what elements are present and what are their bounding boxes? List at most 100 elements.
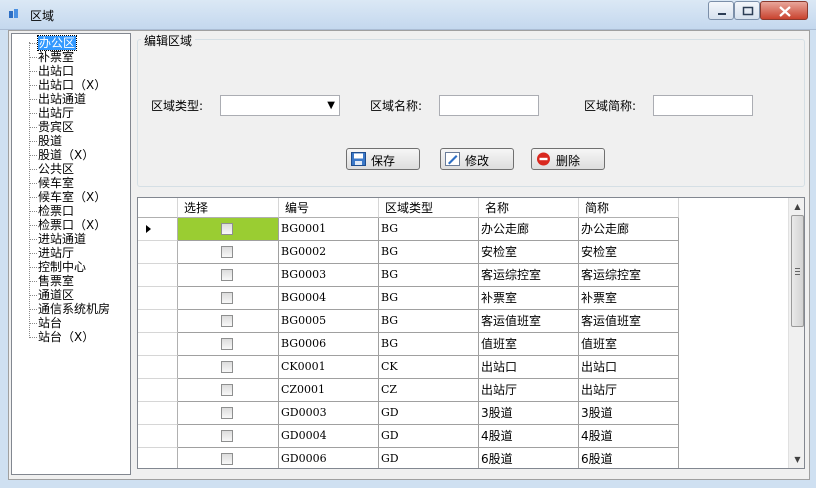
select-cell[interactable] xyxy=(178,333,279,356)
row-checkbox[interactable] xyxy=(221,246,233,258)
select-cell[interactable] xyxy=(178,425,279,448)
code-cell[interactable]: BG0006 xyxy=(279,333,379,356)
type-cell[interactable]: BG xyxy=(379,287,479,310)
tree-item[interactable]: 公共区 xyxy=(38,162,74,176)
area-name-input[interactable] xyxy=(439,95,539,116)
type-cell[interactable]: GD xyxy=(379,448,479,468)
tree-item[interactable]: 出站口（X） xyxy=(38,78,106,92)
abbr-cell[interactable]: 6股道 xyxy=(579,448,679,468)
close-button[interactable] xyxy=(760,1,808,20)
name-cell[interactable]: 安检室 xyxy=(479,241,579,264)
code-cell[interactable]: CZ0001 xyxy=(279,379,379,402)
select-cell[interactable] xyxy=(178,287,279,310)
row-header[interactable] xyxy=(138,402,178,425)
column-header-type[interactable]: 区域类型 xyxy=(379,198,479,218)
abbr-cell[interactable]: 安检室 xyxy=(579,241,679,264)
row-header[interactable] xyxy=(138,287,178,310)
abbr-cell[interactable]: 出站厅 xyxy=(579,379,679,402)
type-cell[interactable]: BG xyxy=(379,264,479,287)
select-cell[interactable] xyxy=(178,241,279,264)
row-header[interactable] xyxy=(138,425,178,448)
tree-item[interactable]: 站台 xyxy=(38,316,62,330)
tree-item[interactable]: 候车室（X） xyxy=(38,190,106,204)
row-checkbox[interactable] xyxy=(221,430,233,442)
column-header-code[interactable]: 编号 xyxy=(279,198,379,218)
code-cell[interactable]: BG0001 xyxy=(279,218,379,241)
tree-item[interactable]: 售票室 xyxy=(38,274,74,288)
code-cell[interactable]: GD0003 xyxy=(279,402,379,425)
tree-item[interactable]: 补票室 xyxy=(38,50,74,64)
abbr-cell[interactable]: 3股道 xyxy=(579,402,679,425)
type-cell[interactable]: BG xyxy=(379,333,479,356)
abbr-cell[interactable]: 办公走廊 xyxy=(579,218,679,241)
code-cell[interactable]: BG0002 xyxy=(279,241,379,264)
row-header[interactable] xyxy=(138,264,178,287)
type-cell[interactable]: CK xyxy=(379,356,479,379)
row-header[interactable] xyxy=(138,241,178,264)
column-header-abbr[interactable]: 简称 xyxy=(579,198,679,218)
maximize-button[interactable] xyxy=(734,1,760,20)
name-cell[interactable]: 出站厅 xyxy=(479,379,579,402)
select-cell[interactable] xyxy=(178,356,279,379)
abbr-cell[interactable]: 补票室 xyxy=(579,287,679,310)
code-cell[interactable]: CK0001 xyxy=(279,356,379,379)
scroll-up-icon[interactable]: ▲ xyxy=(789,198,804,215)
tree-item[interactable]: 进站通道 xyxy=(38,232,86,246)
tree-item[interactable]: 进站厅 xyxy=(38,246,74,260)
title-bar[interactable]: 区域 xyxy=(0,0,816,30)
tree-item[interactable]: 检票口（X） xyxy=(38,218,106,232)
tree-item[interactable]: 出站厅 xyxy=(38,106,74,120)
row-checkbox[interactable] xyxy=(221,407,233,419)
scroll-down-icon[interactable]: ▼ xyxy=(789,451,804,468)
select-cell[interactable] xyxy=(178,264,279,287)
row-checkbox[interactable] xyxy=(221,361,233,373)
name-cell[interactable]: 3股道 xyxy=(479,402,579,425)
row-checkbox[interactable] xyxy=(221,453,233,465)
area-tree[interactable]: 办公区 补票室 出站口 出站口（X） 出站通道 出站厅 贵宾区 股道 股道（X） 公共区 候车室 候车… xyxy=(11,33,131,475)
abbr-cell[interactable]: 客运值班室 xyxy=(579,310,679,333)
row-checkbox[interactable] xyxy=(221,338,233,350)
code-cell[interactable]: GD0004 xyxy=(279,425,379,448)
minimize-button[interactable] xyxy=(708,1,734,20)
row-checkbox[interactable] xyxy=(221,223,233,235)
row-checkbox[interactable] xyxy=(221,315,233,327)
select-cell[interactable] xyxy=(178,218,279,241)
type-cell[interactable]: BG xyxy=(379,310,479,333)
tree-item[interactable]: 控制中心 xyxy=(38,260,86,274)
type-cell[interactable]: BG xyxy=(379,241,479,264)
name-cell[interactable]: 客运值班室 xyxy=(479,310,579,333)
column-header-select[interactable]: 选择 xyxy=(178,198,279,218)
code-cell[interactable]: BG0004 xyxy=(279,287,379,310)
row-checkbox[interactable] xyxy=(221,269,233,281)
select-cell[interactable] xyxy=(178,448,279,468)
tree-item[interactable]: 通信系统机房 xyxy=(38,302,110,316)
scroll-thumb[interactable] xyxy=(791,215,804,327)
type-cell[interactable]: CZ xyxy=(379,379,479,402)
tree-item[interactable]: 站台（X） xyxy=(38,330,94,344)
name-cell[interactable]: 出站口 xyxy=(479,356,579,379)
row-checkbox[interactable] xyxy=(221,384,233,396)
vertical-scrollbar[interactable]: ▲ ▼ xyxy=(788,198,804,468)
tree-item[interactable]: 检票口 xyxy=(38,204,74,218)
tree-item[interactable]: 出站口 xyxy=(38,64,74,78)
tree-item[interactable]: 出站通道 xyxy=(38,92,86,106)
tree-item[interactable]: 股道 xyxy=(38,134,62,148)
type-cell[interactable]: GD xyxy=(379,425,479,448)
column-header-name[interactable]: 名称 xyxy=(479,198,579,218)
tree-item[interactable]: 贵宾区 xyxy=(38,120,74,134)
area-data-grid[interactable]: 选择 编号 区域类型 名称 简称 ▲ ▼ BG0001 BG 办公走廊 办公走廊 BG0… xyxy=(137,197,805,469)
name-cell[interactable]: 办公走廊 xyxy=(479,218,579,241)
dropdown-arrow-icon[interactable]: ▼ xyxy=(327,100,335,111)
abbr-cell[interactable]: 客运综控室 xyxy=(579,264,679,287)
row-header[interactable] xyxy=(138,356,178,379)
row-header[interactable] xyxy=(138,379,178,402)
abbr-cell[interactable]: 4股道 xyxy=(579,425,679,448)
save-button[interactable]: 保存 xyxy=(346,148,420,170)
type-cell[interactable]: GD xyxy=(379,402,479,425)
name-cell[interactable]: 值班室 xyxy=(479,333,579,356)
code-cell[interactable]: BG0003 xyxy=(279,264,379,287)
abbr-cell[interactable]: 出站口 xyxy=(579,356,679,379)
select-cell[interactable] xyxy=(178,310,279,333)
tree-item[interactable]: 办公区 xyxy=(36,35,78,51)
tree-item[interactable]: 候车室 xyxy=(38,176,74,190)
